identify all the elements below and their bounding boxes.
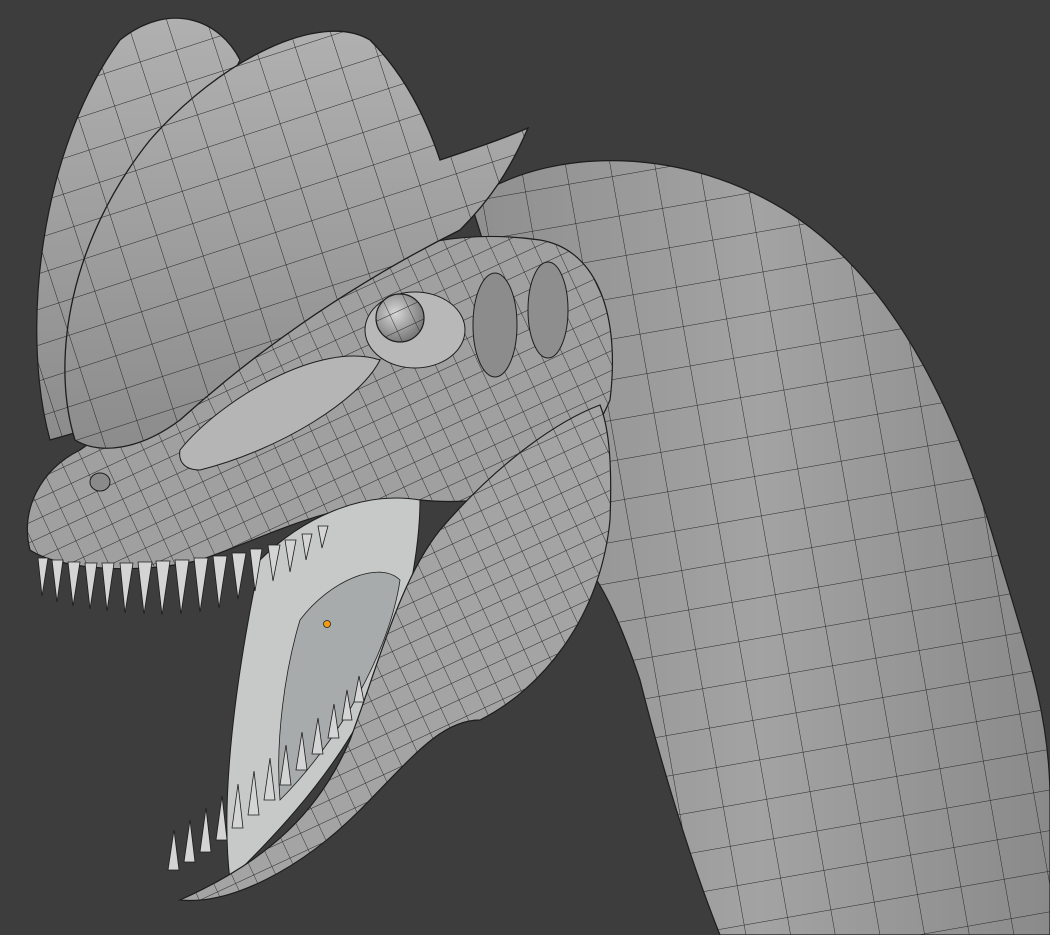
3d-viewport[interactable] (0, 0, 1050, 935)
eye-mesh[interactable] (364, 291, 466, 369)
object-origin-dot[interactable] (323, 620, 331, 628)
mesh-render[interactable] (0, 0, 1050, 935)
